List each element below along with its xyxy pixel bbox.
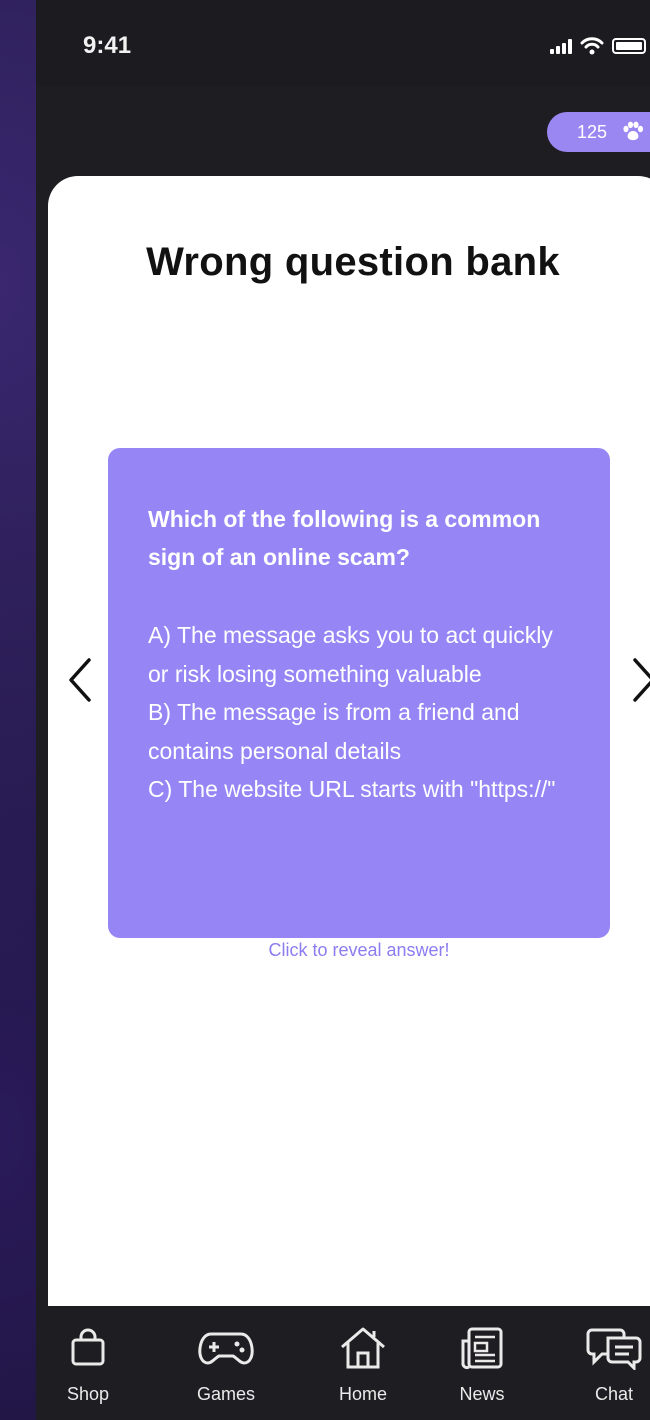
gamepad-icon xyxy=(198,1332,254,1365)
nav-item-shop[interactable]: Shop xyxy=(38,1326,138,1405)
question-text: Which of the following is a common sign … xyxy=(148,506,541,570)
status-icons xyxy=(550,34,646,58)
bottom-nav: Shop Games Home News Chat xyxy=(36,1306,650,1420)
question-bank-card: Wrong question bank Which of the followi… xyxy=(48,176,650,1306)
home-icon xyxy=(341,1327,385,1369)
reveal-answer-link[interactable]: Click to reveal answer! xyxy=(108,940,610,961)
previous-button[interactable] xyxy=(62,656,98,704)
chevron-left-icon xyxy=(69,658,91,702)
signal-icon xyxy=(550,38,572,54)
nav-label-news: News xyxy=(459,1384,505,1404)
wifi-icon xyxy=(580,37,604,55)
nav-label-games: Games xyxy=(196,1384,256,1404)
nav-item-chat[interactable]: Chat xyxy=(564,1326,650,1405)
nav-label-chat: Chat xyxy=(594,1384,634,1404)
chat-icon xyxy=(586,1328,642,1370)
page-title: Wrong question bank xyxy=(146,240,560,284)
next-button[interactable] xyxy=(626,656,650,704)
nav-label-shop: Shop xyxy=(66,1384,110,1404)
option-c: C) The website URL starts with "https://… xyxy=(148,776,556,802)
chevron-right-icon xyxy=(633,658,650,702)
flashcard[interactable]: Which of the following is a common sign … xyxy=(108,448,610,938)
phone-screen: 9:41 125 Wrong question bank Which of th… xyxy=(36,0,650,1420)
nav-item-games[interactable]: Games xyxy=(176,1326,276,1405)
paw-icon xyxy=(623,121,644,141)
option-a: A) The message asks you to act quickly o… xyxy=(148,622,553,687)
points-value: 125 xyxy=(577,121,608,142)
shopping-bag-icon xyxy=(71,1328,105,1366)
battery-icon xyxy=(612,38,646,54)
nav-label-home: Home xyxy=(338,1384,387,1404)
newspaper-icon xyxy=(461,1327,503,1370)
points-badge[interactable]: 125 xyxy=(547,112,650,152)
option-b: B) The message is from a friend and cont… xyxy=(148,699,520,764)
answer-options: A) The message asks you to act quickly o… xyxy=(148,616,578,809)
nav-item-news[interactable]: News xyxy=(432,1326,532,1405)
status-time: 9:41 xyxy=(83,32,132,59)
status-bar: 9:41 xyxy=(36,0,650,86)
nav-item-home[interactable]: Home xyxy=(313,1326,413,1405)
